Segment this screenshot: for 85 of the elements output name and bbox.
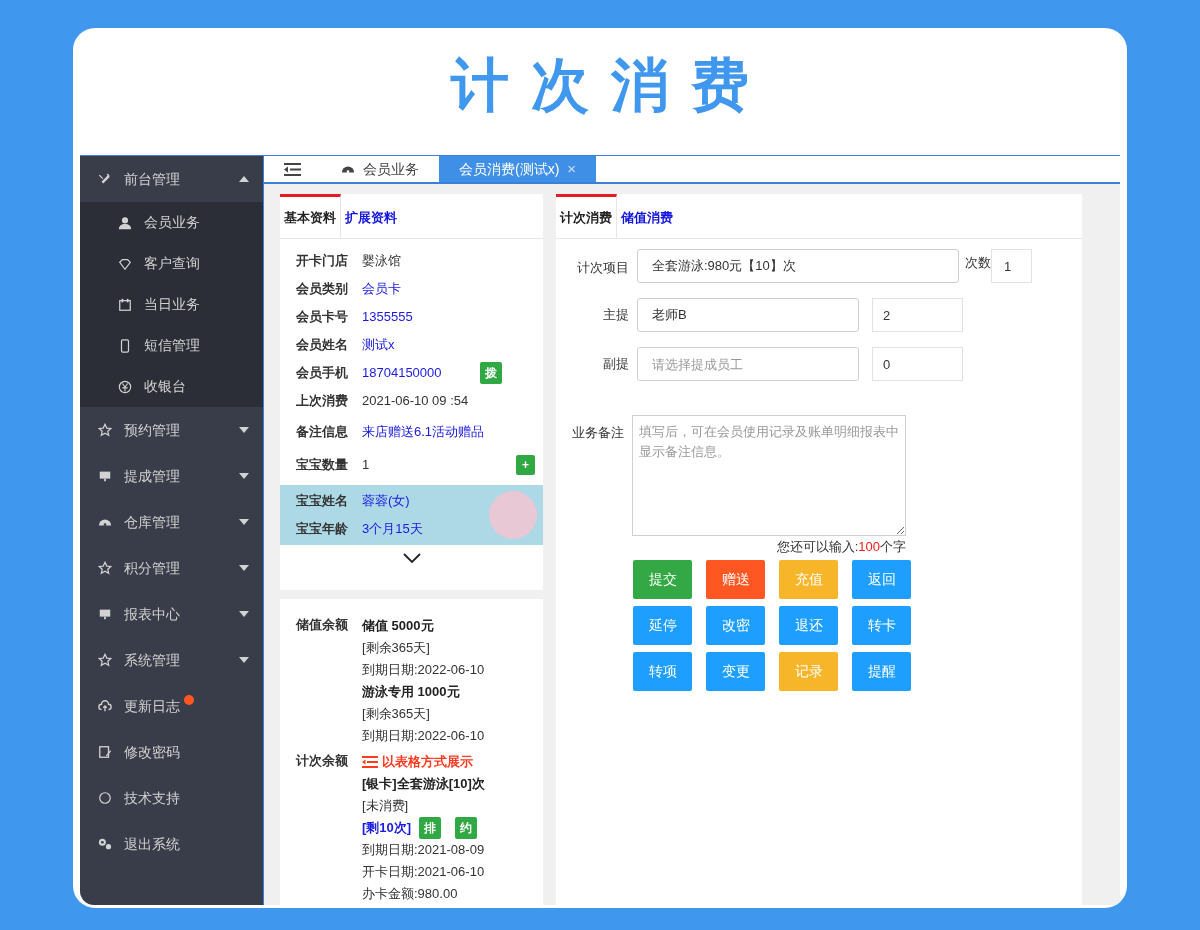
- menu-icon[interactable]: [284, 162, 301, 176]
- field-label: 副提: [602, 355, 629, 374]
- coin-icon: [118, 379, 132, 394]
- sidebar-item[interactable]: 系统管理: [80, 637, 263, 683]
- balance-detail: 到期日期:2021-08-09: [362, 841, 485, 859]
- field-label: 会员类别: [296, 280, 349, 299]
- sidebar-subitem[interactable]: 当日业务: [80, 284, 263, 325]
- star-icon: [98, 561, 112, 575]
- field-label: 开卡门店: [296, 252, 349, 271]
- table-view-link[interactable]: 以表格方式展示: [362, 751, 485, 773]
- monitor-icon: [98, 607, 112, 621]
- circle-icon: [98, 791, 112, 805]
- sidebar-item[interactable]: 修改密码: [80, 729, 263, 775]
- monitor-icon: [98, 469, 112, 483]
- field-label: 宝宝年龄: [296, 520, 349, 539]
- field-value: 测试x: [362, 336, 395, 355]
- balance-detail: 到期日期:2022-06-10: [362, 727, 485, 745]
- character-counter: 您还可以输入:100个字: [776, 538, 906, 556]
- balance-detail: [未消费]: [362, 797, 410, 815]
- sidebar-subitem[interactable]: 收银台: [80, 366, 263, 407]
- count-field[interactable]: 1: [991, 249, 1032, 283]
- calendar-icon: [118, 297, 132, 312]
- photo-placeholder: [489, 491, 537, 539]
- sidebar-item[interactable]: 前台管理: [80, 156, 263, 202]
- sidebar-item[interactable]: 提成管理: [80, 453, 263, 499]
- list-icon: [362, 756, 378, 768]
- balance-detail: 开卡日期:2021-06-10: [362, 863, 485, 881]
- remaining-count: [剩10次]: [362, 819, 412, 837]
- user-icon: [118, 215, 132, 230]
- sidebar-item[interactable]: 预约管理: [80, 407, 263, 453]
- sidebar-item[interactable]: 技术支持: [80, 775, 263, 821]
- field-label: 计次项目: [576, 259, 629, 277]
- field-value: 蓉蓉(女): [362, 492, 410, 511]
- field-label: 储值余额: [296, 616, 349, 634]
- gears-icon: [98, 837, 112, 851]
- star-icon: [98, 653, 112, 667]
- note-field[interactable]: 填写后，可在会员使用记录及账单明细报表中显示备注信息。: [632, 415, 906, 536]
- tab[interactable]: 基本资料: [280, 194, 341, 238]
- field-label: 计次余额: [296, 752, 349, 770]
- chevron-down-icon[interactable]: [402, 553, 421, 563]
- field-label: 业务备注: [571, 424, 624, 442]
- sidebar-item[interactable]: 更新日志: [80, 683, 263, 729]
- sidebar-item[interactable]: 报表中心: [80, 591, 263, 637]
- field-value: 3个月15天: [362, 520, 423, 539]
- field-value: 会员卡: [362, 280, 401, 299]
- field-label: 主提: [602, 306, 629, 325]
- sidebar-subitem[interactable]: 客户查询: [80, 243, 263, 284]
- field-value: 1: [362, 455, 370, 474]
- field-label: 会员姓名: [296, 336, 349, 355]
- sidebar-item[interactable]: 积分管理: [80, 545, 263, 591]
- banner-title: 计次消费: [451, 55, 771, 114]
- field-label: 次数: [965, 254, 991, 272]
- field-label: 宝宝数量: [296, 455, 349, 474]
- field-value: 18704150000: [362, 364, 442, 383]
- tab[interactable]: 计次消费: [556, 194, 617, 238]
- star-icon: [98, 423, 112, 437]
- field-value: 来店赠送6.1活动赠品: [362, 422, 485, 441]
- balance-detail: 到期日期:2022-06-10: [362, 661, 485, 679]
- diamond-icon: [118, 256, 132, 271]
- field-value: 2021-06-10 09 :54: [362, 392, 469, 411]
- select-field[interactable]: 全套游泳:980元【10】次: [637, 249, 959, 283]
- cloud-icon: [98, 699, 112, 713]
- share-field[interactable]: 2: [872, 298, 963, 332]
- field-value: 1355555: [362, 308, 413, 327]
- edit-icon: [98, 745, 112, 759]
- select-field[interactable]: 老师B: [637, 298, 859, 332]
- balance-title: [银卡]全套游泳[10]次: [362, 775, 485, 793]
- balance-title: 游泳专用 1000元: [362, 683, 461, 701]
- field-label: 宝宝姓名: [296, 492, 349, 511]
- sidebar-item[interactable]: 仓库管理: [80, 499, 263, 545]
- sidebar-subitem[interactable]: 短信管理: [80, 325, 263, 366]
- sidebar-subitem[interactable]: 会员业务: [80, 202, 263, 243]
- field-label: 备注信息: [296, 422, 349, 441]
- balance-detail: [剩余365天]: [362, 705, 431, 723]
- balance-title: 储值 5000元: [362, 617, 435, 635]
- balance-detail: [剩余365天]: [362, 639, 431, 657]
- phone-icon: [118, 338, 132, 353]
- share-field[interactable]: 0: [872, 347, 963, 381]
- field-label: 上次消费: [296, 392, 349, 411]
- balance-detail: 办卡金额:980.00: [362, 885, 459, 903]
- field-label: 会员手机: [296, 364, 349, 383]
- field-value: 婴泳馆: [362, 252, 401, 271]
- sidebar-item[interactable]: 退出系统: [80, 821, 263, 867]
- field-label: 会员卡号: [296, 308, 349, 327]
- select-field[interactable]: 请选择提成员工: [637, 347, 859, 381]
